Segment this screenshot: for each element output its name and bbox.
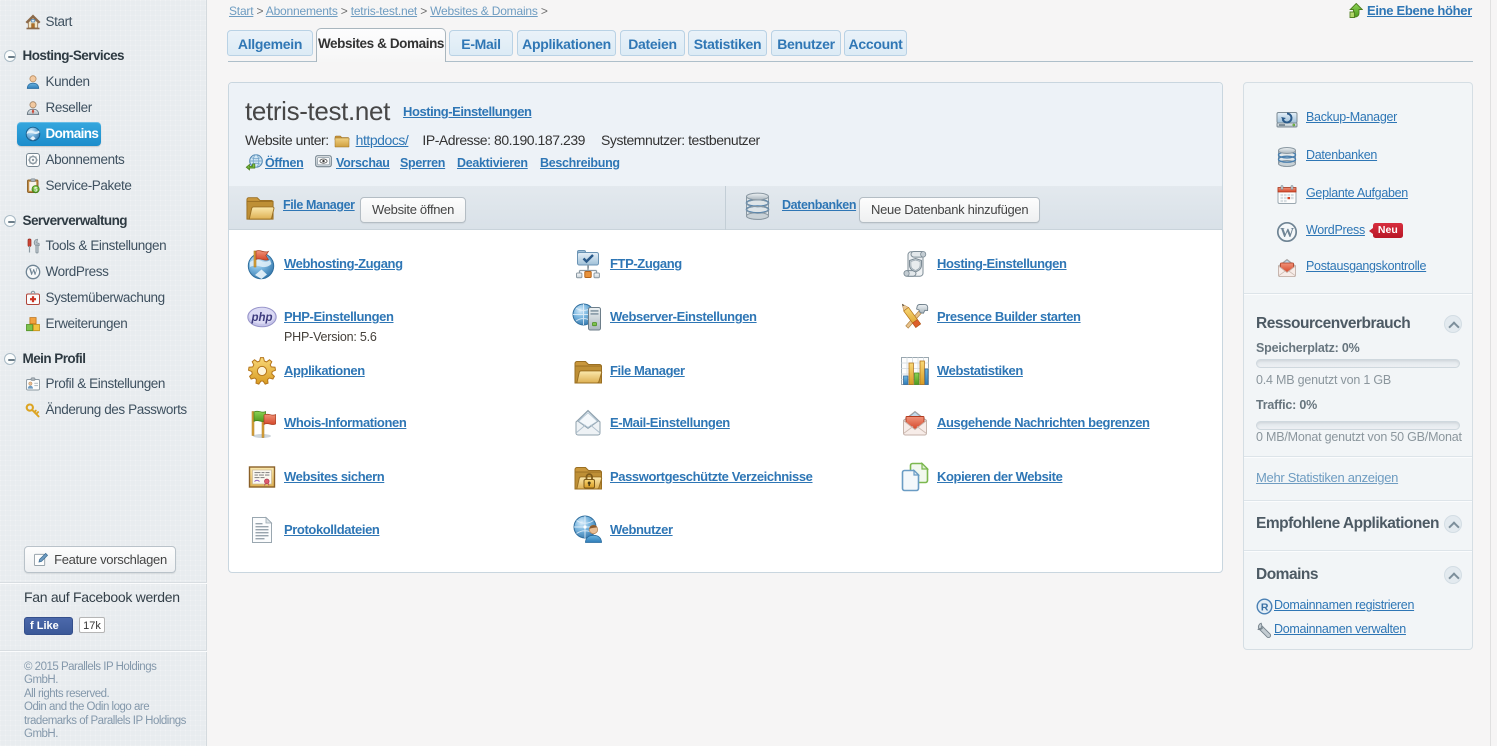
svg-text:R: R: [1261, 602, 1269, 614]
svg-text:W: W: [29, 267, 38, 277]
svg-text:W: W: [1280, 226, 1294, 241]
svg-text:php: php: [250, 312, 272, 324]
